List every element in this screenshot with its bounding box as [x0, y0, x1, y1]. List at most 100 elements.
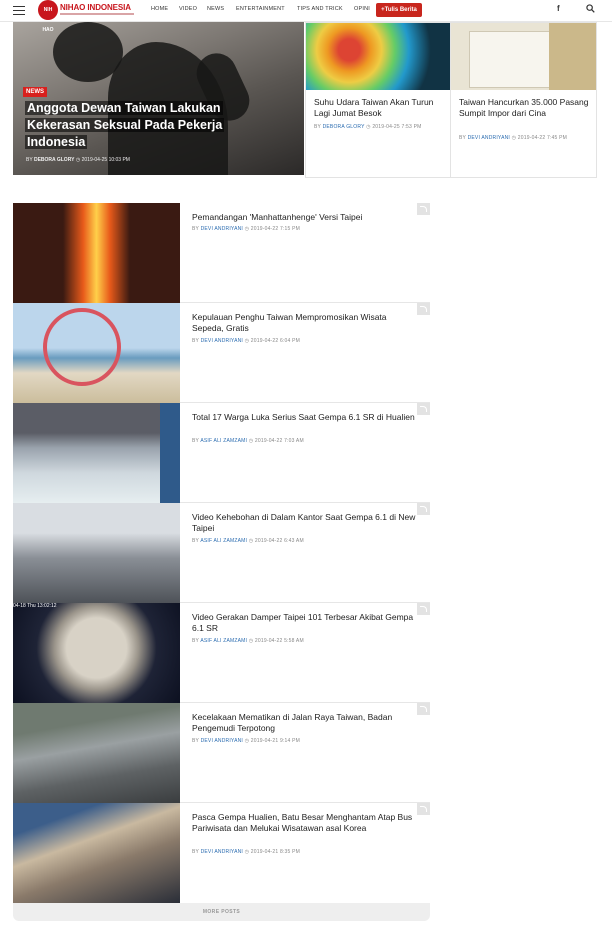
- post-thumbnail[interactable]: [13, 803, 180, 903]
- more-posts-button[interactable]: MORE POSTS: [13, 903, 430, 921]
- post-title[interactable]: Pasca Gempa Hualien, Batu Besar Menghant…: [192, 812, 417, 834]
- clock-icon: ◷: [248, 538, 254, 544]
- clock-icon: ◷: [244, 226, 250, 232]
- post-meta: BY ASIF ALI ZAMZAMI ◷ 2019-04-22 5:58 AM: [192, 638, 304, 644]
- nav-tips-and-trick[interactable]: TIPS AND TRICK: [297, 6, 343, 12]
- card-date: 2019-04-22 7:45 PM: [517, 135, 567, 141]
- search-icon[interactable]: [586, 4, 595, 13]
- post-date: 2019-04-22 7:15 PM: [250, 226, 300, 232]
- post-thumbnail[interactable]: [13, 503, 180, 603]
- post-date: 2019-04-22 5:58 AM: [254, 638, 304, 644]
- byline-prefix: BY: [192, 226, 199, 232]
- hamburger-menu-icon[interactable]: [13, 6, 25, 15]
- featured-date: 2019-04-25 10:03 PM: [81, 157, 130, 163]
- post-date: 2019-04-21 8:35 PM: [250, 849, 300, 855]
- nav-news[interactable]: NEWS: [207, 6, 224, 12]
- post-author[interactable]: ASIF ALI ZAMZAMI: [200, 538, 247, 544]
- card-meta: BY DEVI ANDRIYANI ◷ 2019-04-22 7:45 PM: [459, 135, 567, 141]
- share-icon[interactable]: [417, 203, 430, 215]
- byline-prefix: BY: [192, 638, 199, 644]
- clock-icon: ◷: [248, 638, 254, 644]
- chopsticks-bundle: [549, 23, 596, 90]
- list-item[interactable]: Kecelakaan Mematikan di Jalan Raya Taiwa…: [13, 703, 430, 803]
- post-title[interactable]: Kepulauan Penghu Taiwan Mempromosikan Wi…: [192, 312, 417, 334]
- site-logo-text[interactable]: NIHAO INDONESIA: [60, 3, 131, 12]
- category-badge[interactable]: NEWS: [23, 87, 47, 97]
- nav-video[interactable]: VIDEO: [179, 6, 197, 12]
- byline-prefix: BY: [192, 338, 199, 344]
- featured-title-text[interactable]: Anggota Dewan Taiwan Lakukan Kekerasan S…: [25, 101, 225, 149]
- card-title[interactable]: Suhu Udara Taiwan Akan Turun Lagi Jumat …: [314, 97, 439, 119]
- post-date: 2019-04-22 6:43 AM: [254, 538, 304, 544]
- post-meta: BY DEVI ANDRIYANI ◷ 2019-04-21 8:35 PM: [192, 849, 300, 855]
- byline-prefix: BY: [192, 538, 199, 544]
- card-author[interactable]: DEVI ANDRIYANI: [468, 135, 510, 141]
- post-author[interactable]: DEVI ANDRIYANI: [201, 738, 243, 744]
- top-navigation-bar: NIH HAO NIHAO INDONESIA HOME VIDEO NEWS …: [0, 0, 612, 33]
- article-card[interactable]: Taiwan Hancurkan 35.000 Pasang Sumpit Im…: [450, 22, 597, 178]
- facebook-icon[interactable]: f: [557, 4, 560, 13]
- clock-icon: ◷: [511, 135, 517, 141]
- post-author[interactable]: ASIF ALI ZAMZAMI: [200, 438, 247, 444]
- chopsticks-package: [469, 31, 551, 88]
- ring-sculpture: [43, 308, 121, 386]
- list-item[interactable]: Kepulauan Penghu Taiwan Mempromosikan Wi…: [13, 303, 430, 403]
- list-item[interactable]: Total 17 Warga Luka Serius Saat Gempa 6.…: [13, 403, 430, 503]
- post-meta: BY DEVI ANDRIYANI ◷ 2019-04-21 9:14 PM: [192, 738, 300, 744]
- post-thumbnail[interactable]: [13, 203, 180, 303]
- featured-title[interactable]: Anggota Dewan Taiwan Lakukan Kekerasan S…: [25, 100, 265, 151]
- clock-icon: ◷: [244, 338, 250, 344]
- card-author[interactable]: DEBORA GLORY: [323, 124, 365, 130]
- post-thumbnail[interactable]: [13, 303, 180, 403]
- card-meta: BY DEBORA GLORY ◷ 2019-04-25 7:53 PM: [314, 124, 422, 130]
- featured-author[interactable]: DEBORA GLORY: [34, 157, 74, 163]
- post-author[interactable]: DEVI ANDRIYANI: [201, 226, 243, 232]
- post-title[interactable]: Video Gerakan Damper Taipei 101 Terbesar…: [192, 612, 417, 634]
- byline-prefix: BY: [314, 124, 321, 130]
- card-thumbnail-weather-map[interactable]: [306, 23, 450, 90]
- post-thumbnail[interactable]: [13, 403, 180, 503]
- share-icon[interactable]: [417, 703, 430, 715]
- post-title[interactable]: Video Kehebohan di Dalam Kantor Saat Gem…: [192, 512, 417, 534]
- share-icon[interactable]: [417, 503, 430, 515]
- site-logo-badge[interactable]: NIH HAO: [38, 0, 58, 33]
- article-card[interactable]: Suhu Udara Taiwan Akan Turun Lagi Jumat …: [305, 22, 451, 178]
- post-title[interactable]: Kecelakaan Mematikan di Jalan Raya Taiwa…: [192, 712, 417, 734]
- share-icon[interactable]: [417, 303, 430, 315]
- byline-prefix: BY: [192, 849, 199, 855]
- list-item[interactable]: Pemandangan 'Manhattanhenge' Versi Taipe…: [13, 203, 430, 303]
- post-author[interactable]: DEVI ANDRIYANI: [201, 849, 243, 855]
- post-title[interactable]: Pemandangan 'Manhattanhenge' Versi Taipe…: [192, 212, 417, 223]
- post-title[interactable]: Total 17 Warga Luka Serius Saat Gempa 6.…: [192, 412, 417, 423]
- post-author[interactable]: ASIF ALI ZAMZAMI: [200, 638, 247, 644]
- clock-icon: ◷: [244, 738, 250, 744]
- post-meta: BY DEVI ANDRIYANI ◷ 2019-04-22 7:15 PM: [192, 226, 300, 232]
- share-icon[interactable]: [417, 403, 430, 415]
- list-item[interactable]: 04-18 Thu 13:02:12 Video Gerakan Damper …: [13, 603, 430, 703]
- post-meta: BY DEVI ANDRIYANI ◷ 2019-04-22 6:04 PM: [192, 338, 300, 344]
- list-item[interactable]: Pasca Gempa Hualien, Batu Besar Menghant…: [13, 803, 430, 903]
- post-date: 2019-04-22 7:03 AM: [254, 438, 304, 444]
- byline-prefix: BY: [26, 157, 33, 163]
- featured-article[interactable]: NEWS Anggota Dewan Taiwan Lakukan Kekera…: [13, 22, 304, 175]
- clock-icon: ◷: [244, 849, 250, 855]
- share-icon[interactable]: [417, 603, 430, 615]
- clock-icon: ◷: [75, 157, 81, 163]
- post-meta: BY ASIF ALI ZAMZAMI ◷ 2019-04-22 6:43 AM: [192, 538, 304, 544]
- nav-home[interactable]: HOME: [151, 6, 168, 12]
- byline-prefix: BY: [192, 738, 199, 744]
- card-title[interactable]: Taiwan Hancurkan 35.000 Pasang Sumpit Im…: [459, 97, 589, 119]
- featured-meta: BY DEBORA GLORY ◷ 2019-04-25 10:03 PM: [26, 157, 130, 163]
- share-icon[interactable]: [417, 803, 430, 815]
- post-author[interactable]: DEVI ANDRIYANI: [201, 338, 243, 344]
- clock-icon: ◷: [366, 124, 371, 130]
- store-banner: [160, 403, 180, 503]
- clock-icon: ◷: [248, 438, 254, 444]
- post-thumbnail[interactable]: 04-18 Thu 13:02:12: [13, 603, 180, 703]
- list-item[interactable]: Video Kehebohan di Dalam Kantor Saat Gem…: [13, 503, 430, 603]
- nav-opini[interactable]: OPINI: [354, 6, 370, 12]
- nav-entertainment[interactable]: ENTERTAINMENT: [236, 6, 285, 12]
- card-thumbnail-chopsticks[interactable]: [451, 23, 596, 90]
- write-news-button[interactable]: +Tulis Berita: [376, 3, 422, 17]
- post-thumbnail[interactable]: [13, 703, 180, 803]
